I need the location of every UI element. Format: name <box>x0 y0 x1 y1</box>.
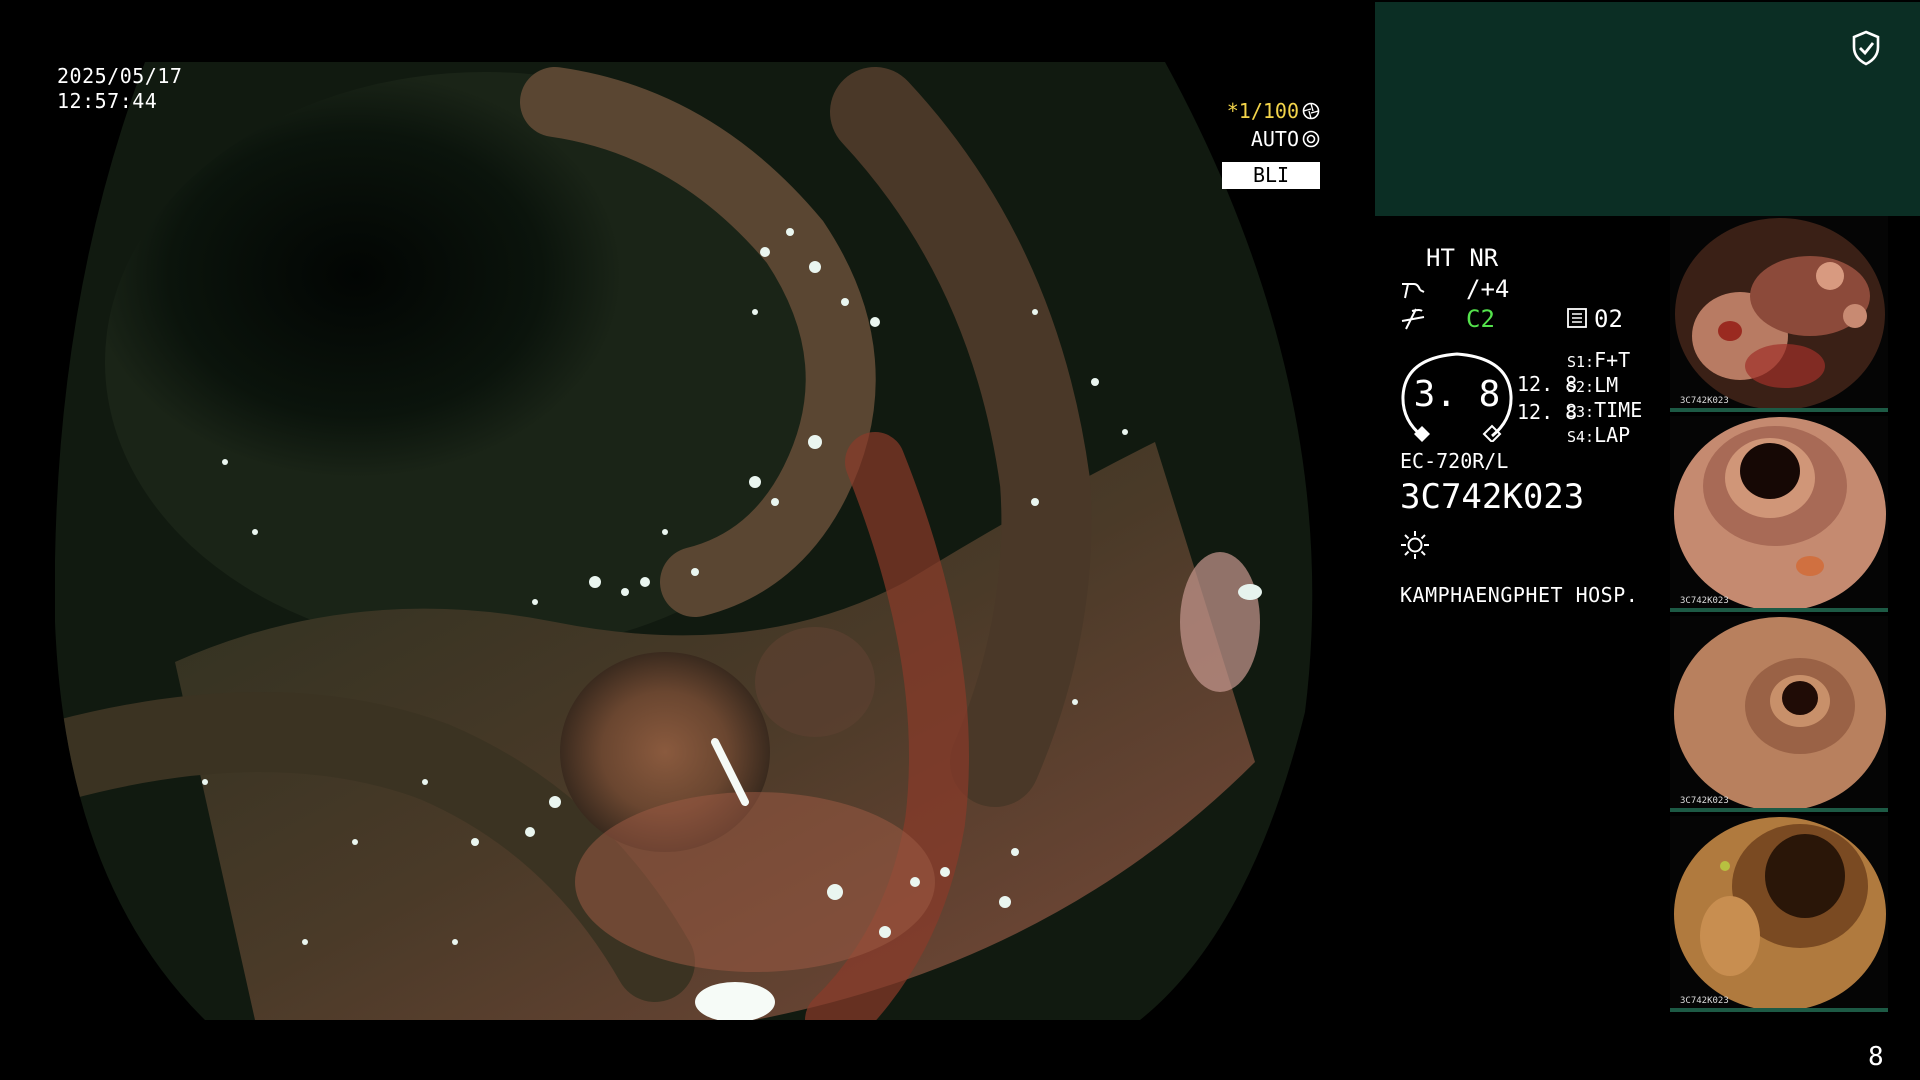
thumbnail-bar <box>1670 408 1888 412</box>
switch-row-4: S4:LAP <box>1567 423 1630 450</box>
thumbnail-label: 3C742K023 <box>1680 796 1729 806</box>
auto-exposure-icon <box>1302 130 1320 148</box>
switch-value: LM <box>1594 373 1619 397</box>
gauge-value: 3. 8 <box>1413 374 1501 415</box>
time-text: 12:57:44 <box>57 89 158 113</box>
shutter-speed: *1/100 <box>1195 98 1320 124</box>
page-number: 8 <box>1868 1042 1884 1072</box>
ht-nr-label: HT NR <box>1426 244 1499 272</box>
color-mode-icon <box>1401 308 1425 330</box>
switch-key: S2: <box>1567 378 1595 396</box>
switch-key: S4: <box>1567 428 1595 446</box>
scope-model: EC-720R/L <box>1400 449 1509 473</box>
timestamp: 2025/05/17 12:57:44 <box>57 64 182 114</box>
thumbnail-bar <box>1670 808 1888 812</box>
top-info-panel <box>1375 2 1920 216</box>
enhancement-icon <box>1402 283 1425 299</box>
exposure-mode: AUTO <box>1195 126 1320 152</box>
iris-icon <box>1567 308 1587 328</box>
scope-serial: 3C742K023 <box>1400 477 1585 517</box>
switch-value: F+T <box>1594 348 1631 372</box>
aperture-icon <box>1302 102 1320 120</box>
thumbnail-label: 3C742K023 <box>1680 996 1729 1006</box>
date-text: 2025/05/17 <box>57 64 183 88</box>
switch-row-2: S2:LM <box>1567 373 1618 400</box>
exposure-mode-text: AUTO <box>1250 127 1299 151</box>
shield-check-icon <box>1852 30 1880 66</box>
capture-thumbnail[interactable]: 3C742K023 <box>1670 616 1888 812</box>
thumbnail-label: 3C742K023 <box>1680 396 1729 406</box>
color-mode-value: C2 <box>1466 305 1495 333</box>
light-source-icon <box>1401 531 1429 559</box>
capture-thumbnail[interactable]: 3C742K023 <box>1670 816 1888 1012</box>
enhancement-value: /+4 <box>1466 275 1510 303</box>
switch-key: S1: <box>1567 353 1595 371</box>
iris-value: 02 <box>1594 305 1623 333</box>
endoscopy-main-view <box>55 62 1315 1020</box>
switch-key: S3: <box>1567 403 1595 421</box>
switch-value: LAP <box>1594 423 1631 447</box>
thumbnail-label: 3C742K023 <box>1680 596 1729 606</box>
switch-value: TIME <box>1594 398 1643 422</box>
mode-badge: BLI <box>1222 162 1320 189</box>
switch-row-3: S3:TIME <box>1567 398 1642 425</box>
hospital-name: KAMPHAENGPHET HOSP. <box>1400 583 1639 607</box>
thumbnail-bar <box>1670 1008 1888 1012</box>
thumbnail-bar <box>1670 608 1888 612</box>
capture-thumbnail[interactable]: 3C742K023 <box>1670 416 1888 612</box>
capture-thumbnail[interactable]: 3C742K023 <box>1670 216 1888 412</box>
switch-row-1: S1:F+T <box>1567 348 1630 375</box>
shutter-value: *1/100 <box>1226 99 1299 123</box>
